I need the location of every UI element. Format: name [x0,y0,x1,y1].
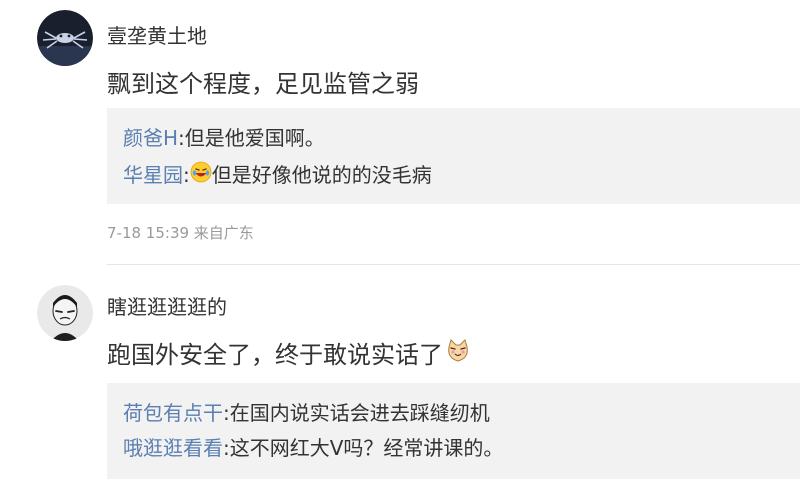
reply-username[interactable]: 哦逛逛看看 [123,436,223,460]
timestamp-source: 7-18 15:39 来自广东 [107,224,254,242]
username[interactable]: 瞎逛逛逛逛的 [107,291,227,320]
dark-sea-creature-avatar-icon[interactable] [37,10,93,66]
comment-item: 瞎逛逛逛逛的 跑国外安全了，终于敢说实话了 荷包有点干:在国内说实话会进去踩缝纫… [0,265,800,497]
reply-text: 在国内说实话会进去踩缝纫机 [229,401,490,425]
reply-item: 哦逛逛看看:这不网红大V吗？经常讲课的。 [123,432,503,461]
reply-text: 这不网红大V吗？经常讲课的。 [229,436,504,460]
username[interactable]: 壹垄黄土地 [107,20,207,49]
comment-text: 飘到这个程度，足见监管之弱 [107,70,419,98]
reply-item: 颜爸H:但是他爱国啊。 [123,122,325,151]
comment-text: 跑国外安全了，终于敢说实话了 [107,335,471,370]
reply-item: 荷包有点干:在国内说实话会进去踩缝纫机 [123,397,490,426]
masked-figure-avatar-icon[interactable] [37,285,93,341]
comment-text-content: 跑国外安全了，终于敢说实话了 [107,341,443,369]
reply-username[interactable]: 荷包有点干 [123,401,223,425]
reply-separator: : [223,436,230,460]
reply-item: 华星园: 但是好像他说的的没毛病 [123,159,432,188]
reply-box: 颜爸H:但是他爱国啊。 华星园: 但是好像他说的的没毛病 [107,108,800,204]
reply-box: 荷包有点干:在国内说实话会进去踩缝纫机 哦逛逛看看:这不网红大V吗？经常讲课的。 [107,383,800,479]
reply-separator: : [183,163,190,187]
reply-username[interactable]: 华星园 [123,163,183,187]
reply-username[interactable]: 颜爸H [123,126,178,150]
laughing-tears-emoji-icon [190,161,212,188]
reply-separator: : [223,401,230,425]
cat-face-emoji-icon [445,338,471,370]
reply-separator: : [178,126,185,150]
comment-item: 壹垄黄土地 飘到这个程度，足见监管之弱 颜爸H:但是他爱国啊。 华星园: 但是好… [0,0,800,265]
reply-text: 但是好像他说的的没毛病 [211,163,432,187]
reply-text: 但是他爱国啊。 [184,126,325,150]
